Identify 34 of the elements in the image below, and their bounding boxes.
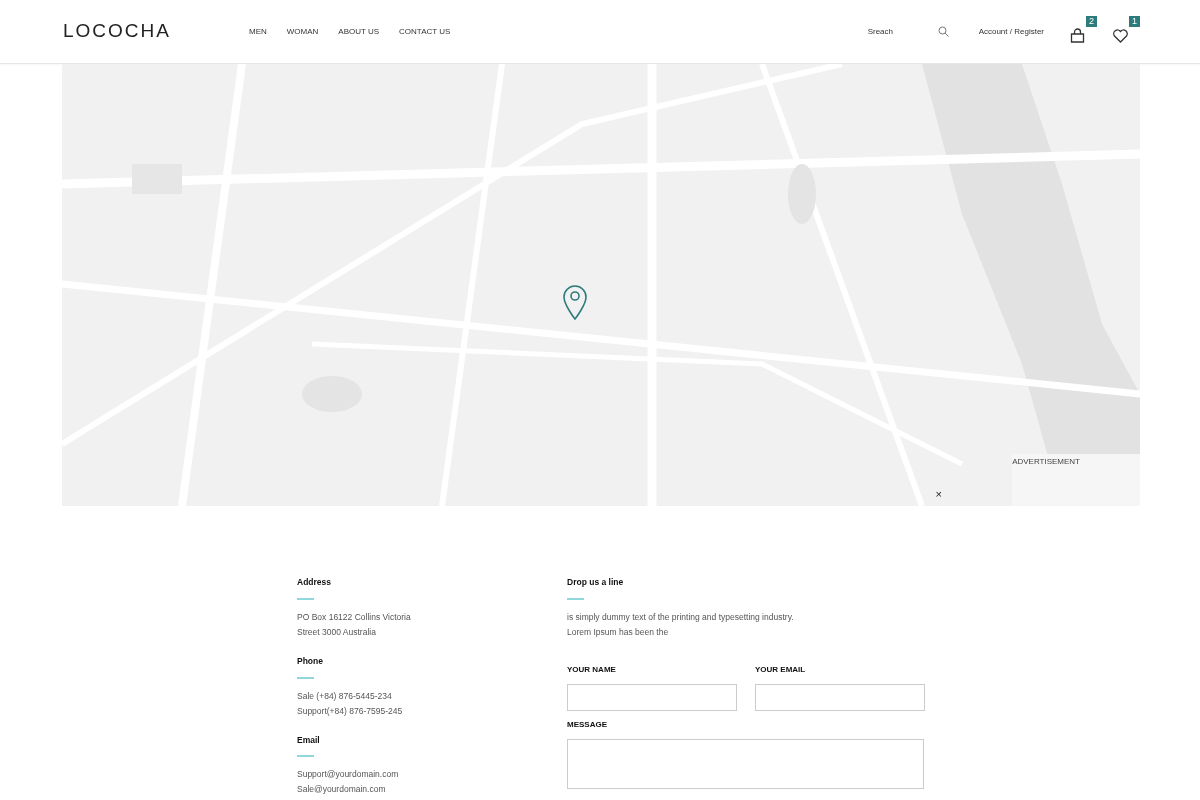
advertisement-label: ADVERTISEMENT [1012, 456, 1080, 468]
field-label: YOUR NAME [567, 663, 617, 676]
form-heading: Drop us a line [567, 576, 625, 589]
contact-text: Street 3000 Australia [297, 625, 377, 639]
email-field[interactable] [755, 683, 925, 711]
contact-text: Support@yourdomain.com [297, 768, 400, 782]
name-field[interactable] [567, 683, 737, 711]
intro-text: Lorem Ipsum has been the [567, 625, 670, 639]
message-field[interactable] [567, 738, 924, 789]
nav-link[interactable]: CONTACT US [399, 25, 451, 38]
intro-text: is simply dummy text of the printing and typesetting industry. [567, 610, 795, 624]
nav-link[interactable]: MEN [248, 25, 267, 38]
wishlist-button[interactable]: 1 [1113, 16, 1140, 47]
contact-text: Support(+84) 876-7595-245 [297, 704, 404, 718]
wishlist-count: 1 [1129, 16, 1140, 27]
contact-text: Sale (+84) 876-5445-234 [297, 689, 393, 703]
section-heading: Phone [297, 654, 324, 668]
field-label: MESSAGE [567, 718, 608, 731]
nav-link[interactable]: WOMAN [286, 25, 319, 38]
cart-button[interactable]: 2 [1070, 16, 1097, 47]
section-heading: Email [297, 733, 321, 747]
field-label: YOUR EMAIL [755, 663, 807, 676]
section-heading: Address [297, 576, 332, 589]
heart-icon [1113, 28, 1128, 43]
contact-text: PO Box 16122 Collins Victoria [297, 610, 412, 624]
contact-text: Sale@yourdomain.com [297, 783, 387, 797]
search-icon[interactable] [937, 26, 949, 37]
bag-icon [1070, 28, 1085, 44]
account-link[interactable]: Account / Register [978, 25, 1044, 38]
logo[interactable]: LOCOCHA [63, 17, 171, 46]
cart-count: 2 [1086, 16, 1097, 27]
close-button[interactable]: × [935, 489, 942, 500]
nav-link[interactable]: ABOUT US [338, 25, 380, 38]
map-pin-icon [562, 284, 588, 320]
